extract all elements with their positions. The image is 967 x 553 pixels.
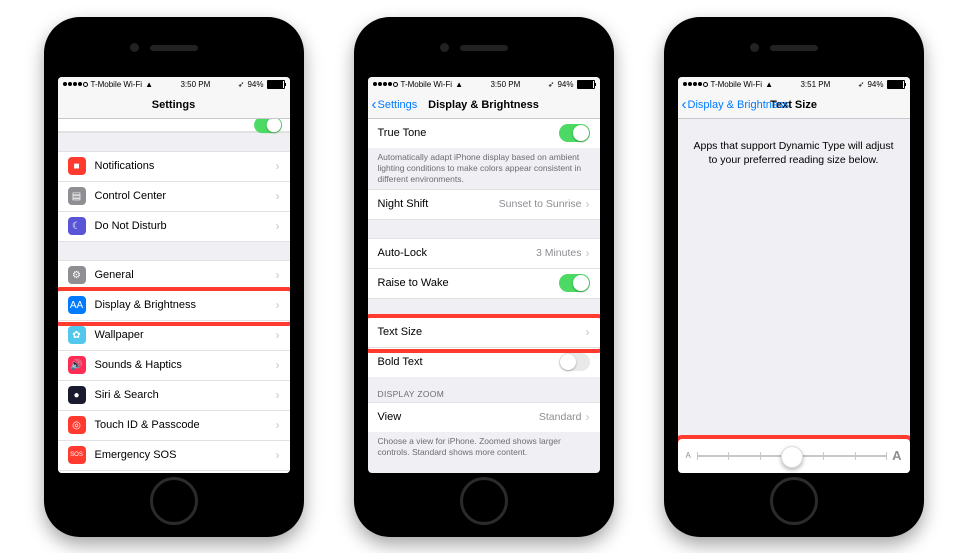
row-wallpaper[interactable]: ✿Wallpaper› — [58, 321, 290, 351]
status-bar: T-Mobile Wi-Fi▲ 3:50 PM ➶94% — [368, 77, 600, 92]
chevron-left-icon: ‹ — [682, 97, 687, 112]
row-sounds[interactable]: 🔊Sounds & Haptics› — [58, 351, 290, 381]
text-size-slider[interactable] — [697, 455, 886, 457]
row-text-size[interactable]: Text Size› — [368, 318, 600, 348]
page-title: Settings — [152, 99, 195, 111]
row-true-tone[interactable]: True Tone — [368, 119, 600, 148]
zoom-footer: Choose a view for iPhone. Zoomed shows l… — [368, 432, 600, 462]
home-button[interactable] — [150, 477, 198, 525]
battery-icon — [887, 80, 905, 89]
speaker — [770, 45, 818, 51]
sounds-icon: 🔊 — [68, 356, 86, 374]
slider-thumb[interactable] — [781, 446, 803, 468]
status-bar: T-Mobile Wi-Fi▲ 3:50 PM ➶94% — [58, 77, 290, 92]
location-icon: ➶ — [548, 80, 555, 89]
wifi-icon: ▲ — [145, 80, 153, 89]
true-tone-toggle[interactable] — [559, 124, 590, 142]
row-dnd[interactable]: ☾Do Not Disturb› — [58, 212, 290, 241]
small-a-icon: A — [686, 451, 691, 460]
phone-display-brightness: T-Mobile Wi-Fi▲ 3:50 PM ➶94% ‹Settings D… — [354, 17, 614, 537]
separator — [58, 132, 290, 152]
touchid-icon: ◎ — [68, 416, 86, 434]
row-battery[interactable]: █Battery› — [58, 471, 290, 473]
navbar: ‹Settings Display & Brightness — [368, 92, 600, 119]
status-bar: T-Mobile Wi-Fi▲ 3:51 PM ➶94% — [678, 77, 910, 92]
text-size-description: Apps that support Dynamic Type will adju… — [678, 119, 910, 188]
chevron-right-icon: › — [276, 159, 280, 173]
row-display-brightness[interactable]: AADisplay & Brightness› — [58, 291, 290, 321]
back-button[interactable]: ‹Display & Brightness — [682, 92, 790, 118]
toggle-icon[interactable] — [254, 119, 282, 133]
display-icon: AA — [68, 296, 86, 314]
row-raise-to-wake[interactable]: Raise to Wake — [368, 269, 600, 298]
row-siri[interactable]: ●Siri & Search› — [58, 381, 290, 411]
status-time: 3:50 PM — [490, 80, 520, 89]
battery-icon — [577, 80, 595, 89]
true-tone-footer: Automatically adapt iPhone display based… — [368, 148, 600, 189]
camera-dot — [130, 43, 139, 52]
separator — [368, 298, 600, 318]
speaker — [150, 45, 198, 51]
phone-settings: T-Mobile Wi-Fi▲ 3:50 PM ➶94% Settings ■N… — [44, 17, 304, 537]
navbar: ‹Display & Brightness Text Size — [678, 92, 910, 119]
row-auto-lock[interactable]: Auto-Lock3 Minutes› — [368, 239, 600, 269]
dnd-icon: ☾ — [68, 217, 86, 235]
page-title: Display & Brightness — [428, 99, 539, 111]
row-bold-text[interactable]: Bold Text — [368, 348, 600, 377]
wifi-icon: ▲ — [455, 80, 463, 89]
row-notifications[interactable]: ■Notifications› — [58, 152, 290, 182]
siri-icon: ● — [68, 386, 86, 404]
chevron-right-icon: › — [586, 197, 590, 211]
navbar: Settings — [58, 92, 290, 119]
chevron-right-icon: › — [276, 189, 280, 203]
back-button[interactable]: ‹Settings — [372, 92, 418, 118]
phone-text-size: T-Mobile Wi-Fi▲ 3:51 PM ➶94% ‹Display & … — [664, 17, 924, 537]
wifi-icon: ▲ — [765, 80, 773, 89]
wallpaper-icon: ✿ — [68, 326, 86, 344]
status-time: 3:50 PM — [180, 80, 210, 89]
camera-dot — [750, 43, 759, 52]
row-night-shift[interactable]: Night ShiftSunset to Sunrise› — [368, 190, 600, 219]
general-icon: ⚙ — [68, 266, 86, 284]
signal-icon — [373, 82, 398, 87]
row-sos[interactable]: SOSEmergency SOS› — [58, 441, 290, 471]
display-zoom-header: DISPLAY ZOOM — [368, 377, 600, 403]
notifications-icon: ■ — [68, 157, 86, 175]
chevron-left-icon: ‹ — [372, 97, 377, 112]
row-control-center[interactable]: ▤Control Center› — [58, 182, 290, 212]
sos-icon: SOS — [68, 446, 86, 464]
speaker — [460, 45, 508, 51]
chevron-right-icon: › — [276, 358, 280, 372]
chevron-right-icon: › — [276, 328, 280, 342]
location-icon: ➶ — [858, 80, 865, 89]
big-a-icon: A — [892, 448, 901, 463]
chevron-right-icon: › — [276, 388, 280, 402]
battery-icon — [267, 80, 285, 89]
bold-toggle[interactable] — [559, 353, 590, 371]
status-time: 3:51 PM — [800, 80, 830, 89]
row-view[interactable]: ViewStandard› — [368, 403, 600, 432]
chevron-right-icon: › — [586, 246, 590, 260]
chevron-right-icon: › — [276, 418, 280, 432]
home-button[interactable] — [460, 477, 508, 525]
raise-toggle[interactable] — [559, 274, 590, 292]
home-button[interactable] — [770, 477, 818, 525]
control-center-icon: ▤ — [68, 187, 86, 205]
separator — [368, 219, 600, 239]
chevron-right-icon: › — [276, 298, 280, 312]
location-icon: ➶ — [238, 80, 245, 89]
row-general[interactable]: ⚙General› — [58, 261, 290, 291]
signal-icon — [683, 82, 708, 87]
chevron-right-icon: › — [276, 268, 280, 282]
row-touchid[interactable]: ◎Touch ID & Passcode› — [58, 411, 290, 441]
chevron-right-icon: › — [586, 325, 590, 339]
partial-row-top[interactable] — [58, 119, 290, 132]
chevron-right-icon: › — [586, 410, 590, 424]
chevron-right-icon: › — [276, 219, 280, 233]
camera-dot — [440, 43, 449, 52]
separator — [58, 241, 290, 261]
signal-icon — [63, 82, 88, 87]
text-size-slider-zone: A A — [678, 439, 910, 473]
chevron-right-icon: › — [276, 448, 280, 462]
